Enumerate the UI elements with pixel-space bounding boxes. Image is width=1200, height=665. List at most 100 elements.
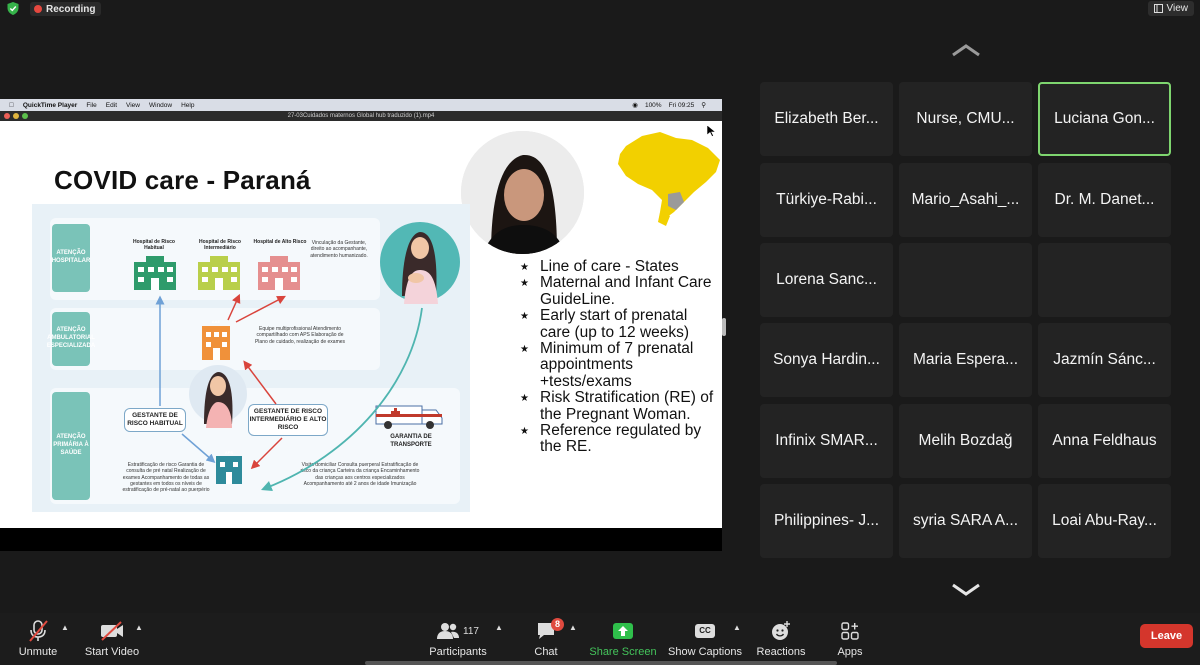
apps-grid-icon [841,622,859,640]
participants-button[interactable]: 117 Participants [425,613,491,665]
show-captions-button[interactable]: CC Show Captions [667,613,743,665]
apps-label: Apps [837,646,863,658]
participants-count: 117 [463,625,479,637]
share-screen-button[interactable]: Share Screen [588,613,658,665]
slide-title: COVID care - Paraná [54,165,311,195]
participant-name: Türkiye-Rabi... [776,191,877,208]
minimize-window-icon [13,113,19,119]
participant-tile[interactable]: Jazmín Sánc... [1038,323,1171,397]
participant-tile[interactable]: Nurse, CMU... [899,82,1032,156]
view-button[interactable]: View [1147,1,1194,16]
top-bar: Recording View [0,0,1200,18]
participant-name: Dr. M. Danet... [1054,191,1155,208]
muted-microphone-icon [29,620,48,642]
participant-tile[interactable]: Lorena Sanc... [760,243,893,317]
participant-tile-empty[interactable] [899,243,1032,317]
recording-indicator[interactable]: Recording [30,2,102,16]
slide-bullet: Reference regulated by the RE. [520,422,720,456]
participant-tile-active-speaker[interactable]: Luciana Gon... [1038,82,1171,156]
window-title: 27-03Cuidados maternos Global hub traduz… [287,113,435,119]
participant-tile[interactable]: Maria Espera... [899,323,1032,397]
presentation-slide: COVID care - Paraná ATENÇÃO HOSPITALAR A… [0,121,722,528]
participant-tile[interactable]: Anna Feldhaus [1038,404,1171,478]
flow-arrows [155,293,423,492]
menubar-item-file: File [81,101,96,109]
participant-tile[interactable]: Philippines- J... [760,484,893,558]
recording-label: Recording [46,3,96,15]
spotlight-icon: ⚲ [701,102,706,109]
menubar-item-window: Window [144,101,172,109]
chat-label: Chat [534,646,558,658]
participant-name: Anna Feldhaus [1052,432,1157,449]
chat-unread-badge: 8 [550,618,564,631]
chat-options-caret-icon[interactable]: ▲ [569,623,577,632]
participant-name: Mario_Asahi_... [911,191,1020,208]
slide-bullet: Early start of prenatal care (up to 12 w… [520,308,720,341]
captions-cc-icon: CC [695,624,715,638]
participant-name: Elizabeth Ber... [774,110,879,127]
view-label: View [1166,3,1189,14]
share-screen-label: Share Screen [589,646,657,658]
reactions-button[interactable]: Reactions [754,613,808,665]
recording-dot-icon [34,5,42,13]
start-video-label: Start Video [84,646,140,658]
menubar-app-name: QuickTime Player [18,101,77,109]
wifi-icon: ◉ [632,102,638,109]
participant-tile[interactable]: Dr. M. Danet... [1038,163,1171,237]
gallery-next-chevron-down-icon[interactable] [950,583,982,597]
gallery-prev-chevron-up-icon[interactable] [950,43,982,57]
splitter-handle[interactable] [722,318,726,336]
apple-icon:  [9,102,14,109]
unmute-label: Unmute [18,646,58,658]
menubar-item-view: View [121,101,140,109]
menubar-item-help: Help [176,101,194,109]
participant-tile[interactable]: Infinix SMAR... [760,404,893,478]
participant-tile[interactable]: syria SARA A... [899,484,1032,558]
chat-button[interactable]: 8 Chat [528,613,564,665]
audio-options-caret-icon[interactable]: ▲ [61,623,69,632]
shared-screen[interactable]:  QuickTime Player File Edit View Window… [0,99,722,551]
video-options-caret-icon[interactable]: ▲ [135,623,143,632]
participant-tile[interactable]: Sonya Hardin... [760,323,893,397]
show-captions-label: Show Captions [668,646,742,658]
participant-tile[interactable]: Türkiye-Rabi... [760,163,893,237]
participant-name: syria SARA A... [912,512,1019,529]
participant-tile[interactable]: Elizabeth Ber... [760,82,893,156]
participant-name: Maria Espera... [912,351,1019,368]
share-screen-icon [613,623,633,639]
participants-options-caret-icon[interactable]: ▲ [495,623,503,632]
zoom-window-icon [22,113,28,119]
participant-name: Nurse, CMU... [916,110,1015,127]
participant-tile[interactable]: Mario_Asahi_... [899,163,1032,237]
security-shield-icon[interactable] [7,2,19,15]
window-controls [4,113,28,119]
slide-bullet: Minimum of 7 prenatal appointments +test… [520,340,720,390]
zoom-meeting-window: Recording View  QuickTime Player File E… [0,0,1200,665]
participants-label: Participants [429,646,487,658]
participant-name: Infinix SMAR... [775,432,878,449]
unmute-button[interactable]: Unmute [14,613,62,665]
smiley-reaction-icon [772,621,790,640]
participants-icon [437,623,460,639]
meeting-toolbar: Unmute ▲ Start Video ▲ 117 Participants … [0,613,1200,665]
leave-button[interactable]: Leave [1140,624,1193,648]
participant-tile[interactable]: Melih Bozdağ [899,404,1032,478]
mouse-cursor-icon [707,125,716,137]
apps-button[interactable]: Apps [832,613,868,665]
captions-options-caret-icon[interactable]: ▲ [733,623,741,632]
quicktime-title-bar: 27-03Cuidados maternos Global hub traduz… [0,111,722,121]
bottom-scroll-indicator [365,661,837,665]
slide-bullet: Maternal and Infant Care GuideLine. [520,275,720,308]
slide-bullet: Line of care - States [520,258,720,277]
start-video-button[interactable]: Start Video [84,613,140,665]
participant-name: Sonya Hardin... [773,351,880,368]
clock-label: Fri 09:25 [668,101,695,109]
menubar-status: ◉ 100% Fri 09:25 ⚲ [632,99,706,111]
battery-label: 100% [644,101,662,109]
participant-name: Lorena Sanc... [776,271,877,288]
participant-name: Melih Bozdağ [918,432,1013,449]
participant-name: Philippines- J... [773,512,880,529]
participant-tile[interactable]: Loai Abu-Ray... [1038,484,1171,558]
participant-tile-empty[interactable] [1038,243,1171,317]
presenter-video [461,131,584,254]
